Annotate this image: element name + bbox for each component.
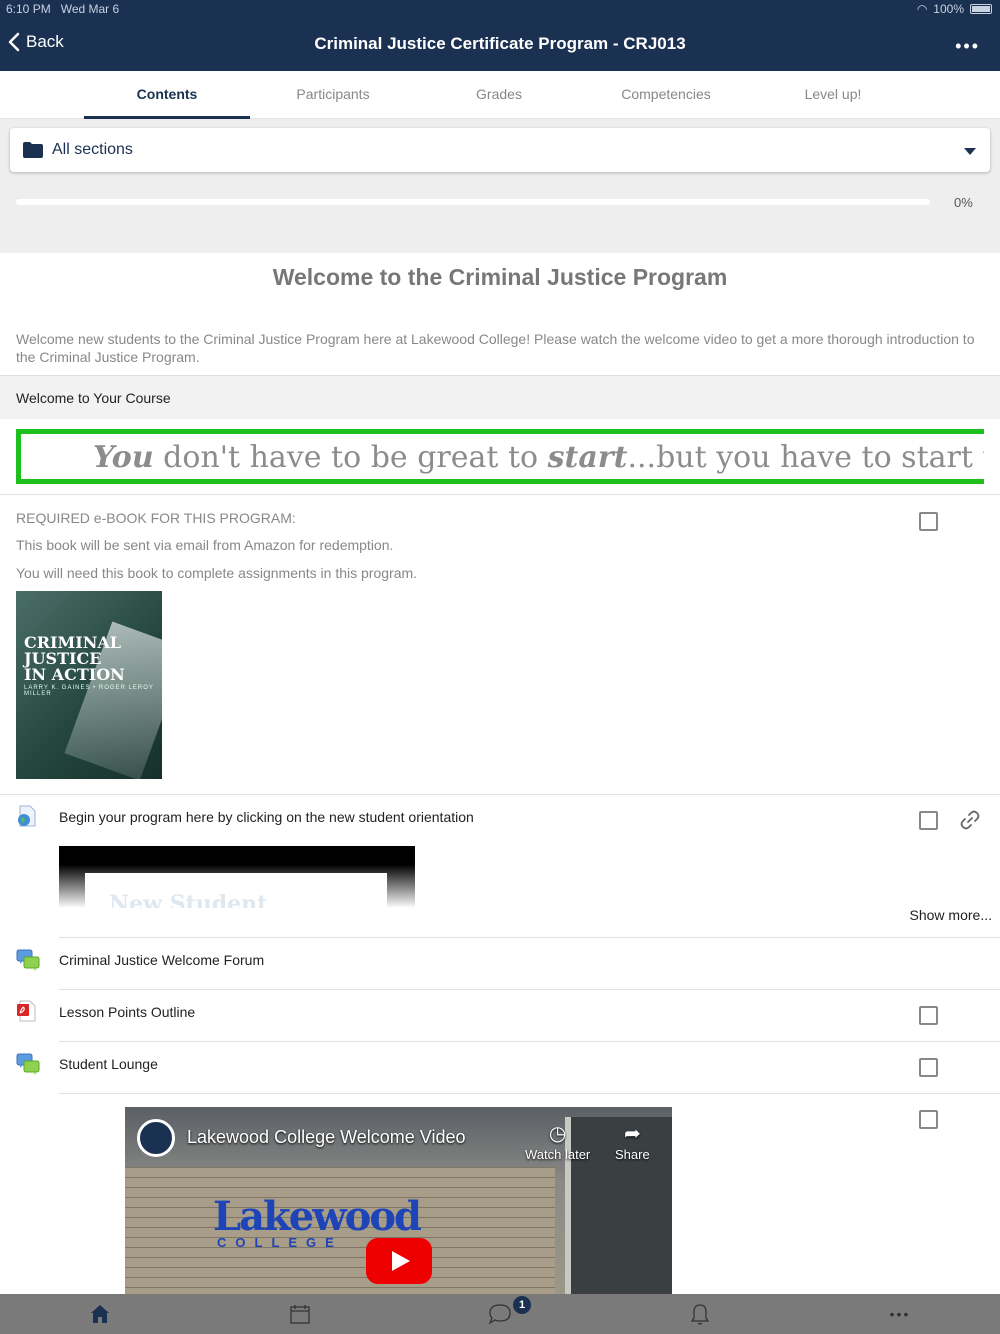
clock-icon: ◷ [548,1123,567,1145]
section-title: Welcome to the Criminal Justice Program [272,264,728,290]
orientation-thumb-text: New Student [109,891,268,908]
nav-notifications[interactable] [600,1294,800,1334]
divider [59,989,1000,990]
play-icon [392,1251,410,1271]
completion-checkbox-lesson-outline[interactable] [919,1006,938,1025]
completion-checkbox-video[interactable] [919,1110,938,1129]
student-lounge-label[interactable]: Student Lounge [59,1056,158,1072]
top-navigation-bar: 6:10 PM Wed Mar 6 ◠ 100% Back Criminal J… [0,0,1000,71]
pdf-icon [17,1000,36,1022]
forum-icon [16,1053,40,1075]
tab-competencies[interactable]: Competencies [583,71,749,119]
wifi-icon: ◠ [916,2,928,16]
tab-level-up[interactable]: Level up! [750,71,916,119]
ebook-cover-title: CRIMINAL JUSTICE IN ACTION [24,633,125,684]
ebook-heading: REQUIRED e-BOOK FOR THIS PROGRAM: [16,510,296,526]
nav-more[interactable]: ••• [800,1294,1000,1334]
section-select-label: All sections [52,141,133,158]
folder-icon [23,142,43,158]
divider [0,794,1000,795]
divider [59,937,1000,938]
course-progress-label: 0% [954,195,973,210]
motivation-quote: You don't have to be great to start...bu… [93,440,984,475]
ebook-cover-authors: LARRY K. GAINES • ROGER LEROY MILLER [24,685,154,697]
more-icon: ••• [955,36,980,56]
completion-checkbox-student-lounge[interactable] [919,1058,938,1077]
completion-checkbox-ebook[interactable] [919,512,938,531]
battery-label: 100% [933,2,964,16]
completion-checkbox-orientation[interactable] [919,811,938,830]
tab-grades[interactable]: Grades [416,71,582,119]
share-button[interactable]: ➦ Share [615,1121,650,1162]
course-tabs: Contents Participants Grades Competencie… [0,71,1000,119]
chevron-down-icon [964,148,976,155]
more-icon: ••• [889,1306,911,1322]
home-icon [91,1305,109,1323]
show-more-link[interactable]: Show more... [910,907,992,923]
video-title[interactable]: Lakewood College Welcome Video [187,1127,466,1148]
forum-icon [16,949,40,971]
more-options-button[interactable]: ••• [955,36,980,57]
ebook-cover-image[interactable]: CRIMINAL JUSTICE IN ACTION LARRY K. GAIN… [16,591,162,779]
link-icon[interactable] [958,808,982,832]
section-intro: Welcome new students to the Criminal Jus… [16,331,975,365]
course-summary-row: Welcome to Your Course [0,375,1000,419]
nav-messages[interactable]: 1 [400,1294,600,1334]
status-right: ◠ 100% [917,2,992,16]
ebook-note-1: This book will be sent via email from Am… [16,537,394,553]
section-filter-area: All sections 0% [0,119,1000,253]
motivation-banner: You don't have to be great to start...bu… [16,429,984,484]
bottom-navigation-bar: 1 ••• [0,1294,1000,1334]
divider [0,494,1000,495]
url-icon [18,805,36,827]
share-icon: ➦ [623,1123,641,1145]
course-summary-label: Welcome to Your Course [16,390,171,406]
status-time: 6:10 PM Wed Mar 6 [6,2,120,16]
divider [59,1093,1000,1094]
page-title: Criminal Justice Certificate Program - C… [314,34,686,53]
play-button[interactable] [366,1238,432,1284]
divider [59,1041,1000,1042]
bell-icon [690,1304,710,1325]
chat-icon [488,1304,511,1325]
orientation-video-thumbnail[interactable]: New Student [59,846,415,908]
tab-participants[interactable]: Participants [250,71,416,119]
calendar-icon [290,1305,310,1324]
watch-later-button[interactable]: ◷ Watch later [525,1121,590,1162]
section-select[interactable]: All sections [10,128,990,172]
battery-icon [970,4,992,14]
messages-badge: 1 [513,1296,531,1314]
course-progress-bar [16,199,930,205]
tab-contents[interactable]: Contents [84,71,250,119]
nav-calendar[interactable] [200,1294,400,1334]
ebook-note-2: You will need this book to complete assi… [16,565,418,581]
orientation-link-label[interactable]: Begin your program here by clicking on t… [59,809,474,825]
channel-avatar[interactable] [137,1119,175,1157]
welcome-forum-label[interactable]: Criminal Justice Welcome Forum [59,952,264,968]
welcome-video-embed[interactable]: Lakewood College Welcome Video ◷ Watch l… [125,1107,672,1297]
lesson-outline-label[interactable]: Lesson Points Outline [59,1004,195,1020]
lakewood-logo: Lakewood [213,1193,422,1240]
lakewood-logo-subtitle: COLLEGE [217,1235,343,1250]
nav-home[interactable] [0,1294,200,1334]
